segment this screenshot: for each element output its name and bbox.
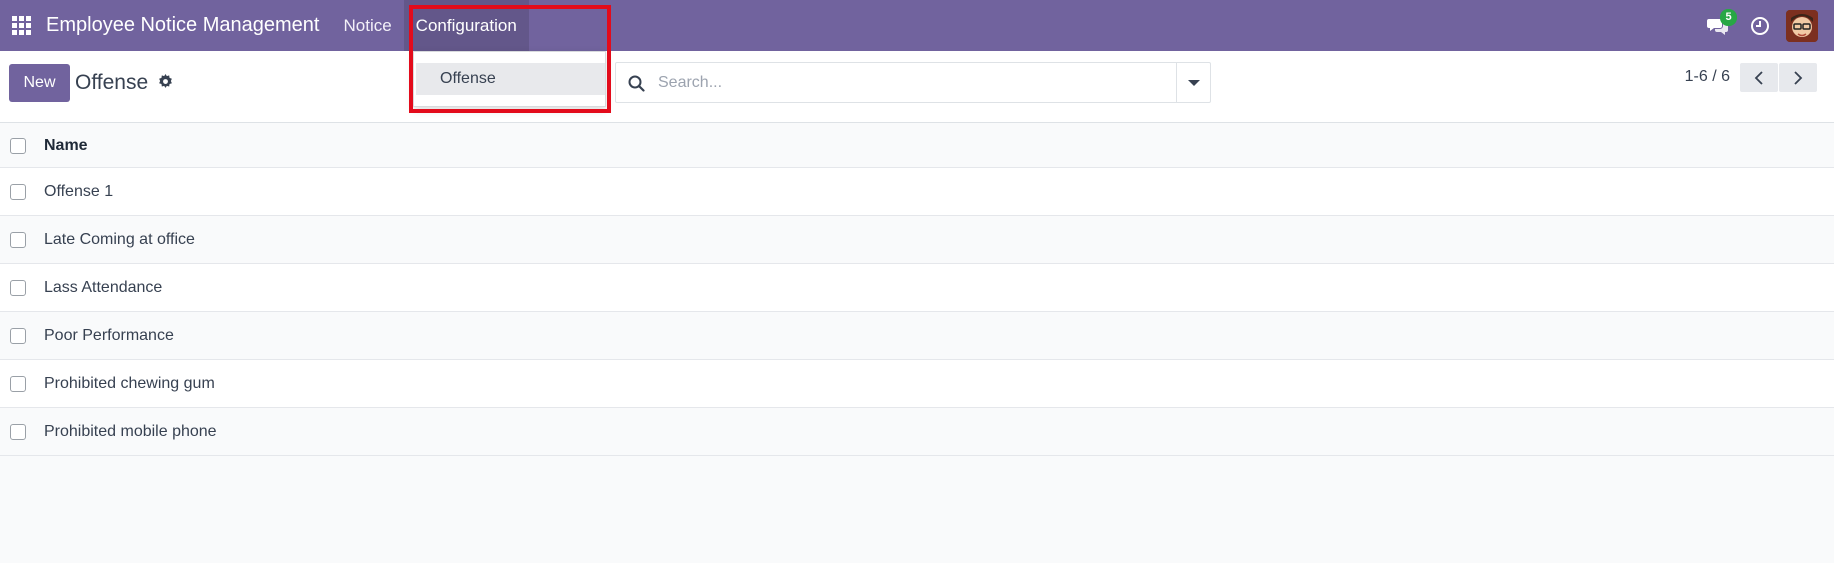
- navbar-systray: 5: [1696, 0, 1834, 51]
- app-title[interactable]: Employee Notice Management: [42, 0, 331, 51]
- pager-previous-button[interactable]: [1740, 63, 1778, 92]
- search-input[interactable]: [658, 63, 1148, 102]
- row-checkbox[interactable]: [10, 375, 26, 392]
- table-row[interactable]: Lass Attendance: [0, 264, 1834, 312]
- configuration-dropdown: Offense: [413, 51, 606, 107]
- table-row[interactable]: Offense 1: [0, 168, 1834, 216]
- control-panel: New Offense 1-6 / 6: [0, 51, 1834, 123]
- table-row[interactable]: Prohibited chewing gum: [0, 360, 1834, 408]
- table-row[interactable]: Poor Performance: [0, 312, 1834, 360]
- pager-value[interactable]: 1-6 / 6: [1685, 68, 1730, 86]
- table-row[interactable]: Late Coming at office: [0, 216, 1834, 264]
- apps-menu-button[interactable]: [0, 0, 42, 51]
- row-name-cell[interactable]: Poor Performance: [44, 327, 174, 345]
- row-checkbox[interactable]: [10, 231, 26, 248]
- chevron-right-icon: [1794, 70, 1803, 85]
- select-all-checkbox[interactable]: [10, 137, 26, 154]
- top-navbar: Employee Notice Management Notice Config…: [0, 0, 1834, 51]
- activity-button[interactable]: [1740, 0, 1780, 51]
- menu-notice[interactable]: Notice: [331, 0, 403, 51]
- user-avatar[interactable]: [1786, 9, 1818, 42]
- row-name-cell[interactable]: Lass Attendance: [44, 279, 162, 297]
- row-checkbox[interactable]: [10, 423, 26, 440]
- search-bar: [615, 62, 1211, 103]
- column-header-name[interactable]: Name: [44, 137, 88, 155]
- offense-list: Name Offense 1 Late Coming at office Las…: [0, 124, 1834, 456]
- row-checkbox[interactable]: [10, 183, 26, 200]
- gear-icon: [159, 74, 172, 88]
- chevron-left-icon: [1754, 70, 1763, 85]
- pager-buttons: [1739, 63, 1817, 92]
- row-checkbox[interactable]: [10, 327, 26, 344]
- dropdown-item-offense[interactable]: Offense: [416, 63, 605, 95]
- avatar-image: [1786, 9, 1818, 42]
- clock-icon: [1751, 16, 1769, 35]
- row-name-cell[interactable]: Prohibited chewing gum: [44, 375, 215, 393]
- list-header-row: Name: [0, 124, 1834, 168]
- pager-next-button[interactable]: [1779, 63, 1817, 92]
- row-checkbox[interactable]: [10, 279, 26, 296]
- search-icon: [628, 75, 645, 92]
- apps-grid-icon: [11, 16, 31, 35]
- caret-down-icon: [1187, 79, 1200, 86]
- chat-count-badge: 5: [1720, 9, 1737, 26]
- actions-gear-button[interactable]: [158, 74, 173, 94]
- menu-configuration[interactable]: Configuration: [403, 0, 529, 51]
- new-button[interactable]: New: [9, 64, 70, 102]
- table-row[interactable]: Prohibited mobile phone: [0, 408, 1834, 456]
- row-name-cell[interactable]: Offense 1: [44, 183, 113, 201]
- row-name-cell[interactable]: Prohibited mobile phone: [44, 423, 217, 441]
- row-name-cell[interactable]: Late Coming at office: [44, 231, 195, 249]
- messaging-button[interactable]: 5: [1696, 0, 1740, 51]
- search-options-toggle[interactable]: [1176, 63, 1210, 102]
- breadcrumb: Offense: [75, 71, 149, 94]
